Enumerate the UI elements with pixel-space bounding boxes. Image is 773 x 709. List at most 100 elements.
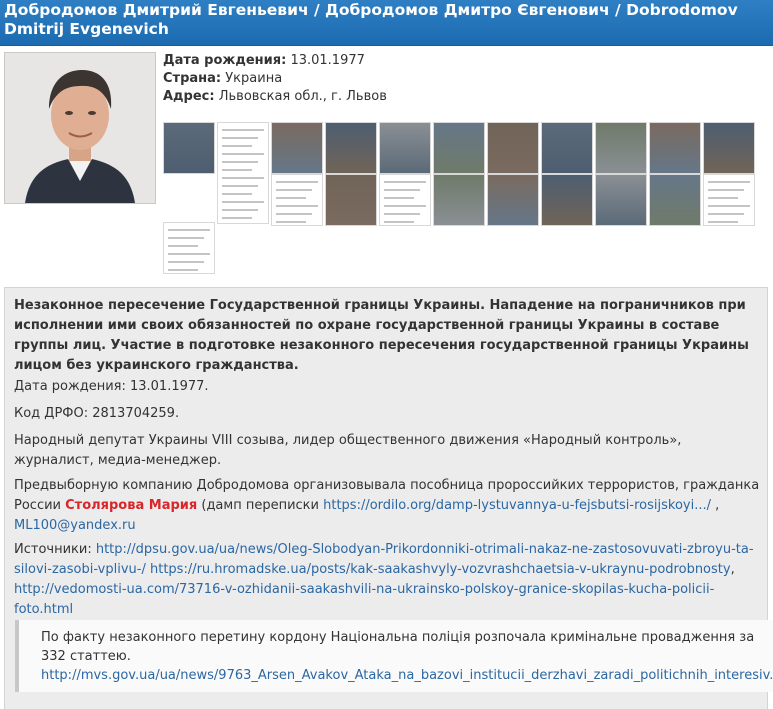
position-text: Народный депутат Украины VIII созыва, ли… — [14, 433, 682, 468]
quote-text: По факту незаконного перетину кордону На… — [41, 628, 773, 685]
birth-date-text: Дата рождения: 13.01.1977. — [14, 379, 209, 394]
thumbnail-image — [326, 123, 376, 173]
text-line — [384, 205, 426, 207]
address-row: Адрес: Львовская обл., г. Львов — [163, 88, 387, 106]
campaign-text-part: , — [710, 498, 720, 513]
text-line — [222, 161, 258, 163]
text-line — [276, 197, 306, 199]
gallery-thumbnail[interactable] — [649, 122, 701, 174]
gallery-thumbnail[interactable] — [703, 174, 755, 226]
gallery-thumbnail[interactable] — [271, 122, 323, 174]
gallery-thumbnail[interactable] — [163, 122, 215, 174]
text-line — [222, 169, 252, 171]
text-line — [708, 213, 744, 215]
thumbnail-image — [488, 175, 538, 225]
thumbnail-image — [380, 123, 430, 173]
text-line — [708, 205, 750, 207]
thumbnail-image — [164, 123, 214, 173]
text-line — [276, 221, 306, 223]
text-line — [384, 197, 414, 199]
gallery-thumbnail[interactable] — [487, 122, 539, 174]
photo-gallery — [163, 122, 771, 274]
text-line — [384, 213, 420, 215]
text-line — [276, 189, 312, 191]
page-title: Добродомов Дмитрий Евгеньевич / Добродом… — [4, 1, 738, 38]
text-line — [168, 237, 204, 239]
campaign-text: Предвыборную компанию Добродомова органи… — [14, 476, 762, 536]
gallery-thumbnail[interactable] — [163, 222, 215, 274]
sources-label: Источники: — [14, 542, 96, 557]
quote-block: По факту незаконного перетину кордону На… — [15, 620, 773, 692]
sources-text: Источники: http://dpsu.gov.ua/ua/news/Ol… — [14, 542, 754, 617]
highlighted-name: Столярова Мария — [65, 498, 198, 513]
gallery-thumbnail[interactable] — [433, 122, 485, 174]
tax-code-text: Код ДРФО: 2813704259. — [14, 406, 180, 421]
address-value: Львовская обл., г. Львов — [218, 89, 387, 104]
gallery-thumbnail[interactable] — [433, 174, 485, 226]
gallery-thumbnail[interactable] — [541, 122, 593, 174]
text-line — [222, 137, 258, 139]
text-line — [384, 221, 414, 223]
text-line — [222, 185, 258, 187]
text-line — [708, 221, 738, 223]
text-line — [708, 181, 750, 183]
gallery-thumbnail[interactable] — [271, 174, 323, 226]
gallery-thumbnail[interactable] — [649, 174, 701, 226]
text-line — [708, 189, 744, 191]
gallery-thumbnail[interactable] — [703, 122, 755, 174]
page-header: Добродомов Дмитрий Евгеньевич / Добродом… — [0, 0, 773, 46]
gallery-thumbnail[interactable] — [379, 122, 431, 174]
text-line — [276, 205, 318, 207]
thumbnail-image — [650, 123, 700, 173]
country-value: Украина — [225, 71, 283, 86]
text-line — [222, 201, 264, 203]
text-line — [222, 177, 264, 179]
gallery-thumbnail[interactable] — [487, 174, 539, 226]
address-label: Адрес: — [163, 89, 215, 104]
text-line — [222, 193, 252, 195]
thumbnail-image — [650, 175, 700, 225]
thumbnail-image — [542, 175, 592, 225]
text-line — [168, 261, 204, 263]
thumbnail-image — [488, 123, 538, 173]
text-line — [384, 181, 426, 183]
text-line — [168, 245, 198, 247]
profile-info: Дата рождения: 13.01.1977 Страна: Украин… — [163, 52, 387, 106]
profile-photo — [4, 52, 156, 204]
text-line — [168, 229, 210, 231]
source-link[interactable]: https://ru.hromadske.ua/posts/kak-saakas… — [150, 562, 731, 577]
thumbnail-image — [596, 175, 646, 225]
gallery-thumbnail[interactable] — [595, 174, 647, 226]
birth-date-value: 13.01.1977 — [290, 53, 365, 68]
dump-link[interactable]: https://ordilo.org/damp-lystuvannya-u-fe… — [323, 498, 711, 513]
text-line — [222, 145, 252, 147]
accusation-text: Незаконное пересечение Государственной г… — [14, 298, 749, 373]
thumbnail-image — [434, 175, 484, 225]
thumbnail-image — [326, 175, 376, 225]
gallery-thumbnail[interactable] — [379, 174, 431, 226]
text-line — [222, 217, 252, 219]
text-line — [168, 253, 210, 255]
text-line — [222, 153, 264, 155]
gallery-thumbnail[interactable] — [595, 122, 647, 174]
birth-date-row: Дата рождения: 13.01.1977 — [163, 52, 387, 70]
thumbnail-image — [434, 123, 484, 173]
source-link[interactable]: http://vedomosti-ua.com/73716-v-ozhidani… — [14, 582, 714, 617]
text-line — [168, 269, 198, 271]
thumbnail-image — [704, 123, 754, 173]
gallery-thumbnail[interactable] — [217, 122, 269, 224]
text-line — [276, 213, 312, 215]
text-line — [384, 189, 420, 191]
gallery-thumbnail[interactable] — [325, 174, 377, 226]
campaign-text-part: (дамп переписки — [197, 498, 324, 513]
birth-date-label: Дата рождения: — [163, 53, 287, 68]
details-panel: Незаконное пересечение Государственной г… — [4, 287, 773, 709]
quote-line-1: По факту незаконного перетину кордону На… — [41, 630, 755, 664]
quote-link[interactable]: http://mvs.gov.ua/ua/news/9763_Arsen_Ava… — [41, 668, 773, 683]
country-row: Страна: Украина — [163, 70, 387, 88]
text-line — [222, 209, 258, 211]
text-line — [276, 181, 318, 183]
gallery-thumbnail[interactable] — [325, 122, 377, 174]
email-link[interactable]: ML100@yandex.ru — [14, 518, 136, 533]
gallery-thumbnail[interactable] — [541, 174, 593, 226]
